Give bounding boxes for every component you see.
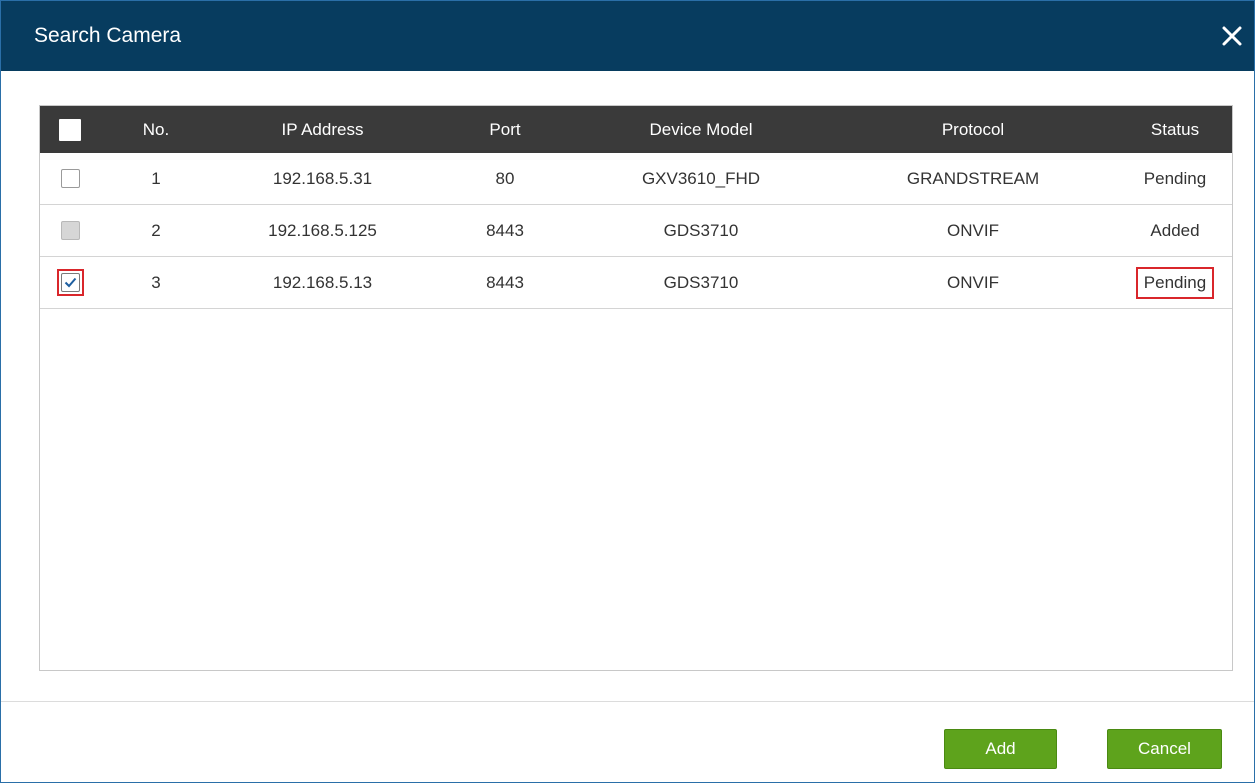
table-row[interactable]: 2 192.168.5.125 8443 GDS3710 ONVIF Added: [40, 205, 1232, 257]
row-port: 8443: [486, 272, 524, 292]
row-ip-address: 192.168.5.13: [272, 272, 373, 292]
row-no: 1: [151, 168, 161, 188]
close-icon[interactable]: [1220, 24, 1244, 48]
row-checkbox[interactable]: [60, 169, 80, 188]
cancel-button[interactable]: Cancel: [1107, 729, 1222, 769]
table-row[interactable]: 1 192.168.5.31 80 GXV3610_FHD GRANDSTREA…: [40, 153, 1232, 205]
dialog-title: Search Camera: [34, 24, 182, 47]
row-checkbox-disabled: [60, 221, 80, 240]
row-status-cell: Pending: [1118, 257, 1232, 308]
select-all-checkbox[interactable]: [59, 118, 81, 141]
header-port: Port: [489, 119, 521, 139]
dialog-titlebar: Search Camera: [1, 1, 1254, 71]
row-protocol: ONVIF: [947, 220, 999, 240]
row-status: Added: [1150, 220, 1200, 240]
row-port: 8443: [486, 220, 524, 240]
footer-divider: [1, 701, 1254, 702]
row-ip-address: 192.168.5.31: [272, 168, 373, 188]
header-device-model: Device Model: [649, 119, 753, 139]
row-checkbox-checked[interactable]: [60, 273, 80, 292]
header-no: No.: [142, 119, 170, 139]
add-button[interactable]: Add: [944, 729, 1057, 769]
row-check-cell: [40, 153, 100, 204]
row-port: 80: [495, 168, 515, 188]
header-status: Status: [1150, 119, 1200, 139]
checkmark-icon: [64, 277, 76, 288]
table-header: No. IP Address Port Device Model Protoco…: [40, 106, 1232, 153]
select-all-cell: [40, 106, 100, 153]
row-protocol: ONVIF: [947, 272, 999, 292]
row-no: 2: [151, 220, 161, 240]
row-device-model: GDS3710: [663, 272, 739, 292]
row-check-cell: [40, 257, 100, 308]
row-ip-address: 192.168.5.125: [268, 220, 377, 240]
row-status-highlighted: Pending: [1135, 266, 1215, 299]
search-camera-dialog: Search Camera No. IP Address Port Device…: [0, 0, 1255, 783]
row-check-cell: [40, 205, 100, 256]
checkbox-highlight: [56, 269, 84, 296]
row-device-model: GXV3610_FHD: [641, 168, 761, 188]
row-no: 3: [151, 272, 161, 292]
header-ip-address: IP Address: [281, 119, 364, 139]
row-status: Pending: [1143, 168, 1207, 188]
header-protocol: Protocol: [941, 119, 1005, 139]
table-row[interactable]: 3 192.168.5.13 8443 GDS3710 ONVIF Pendin…: [40, 257, 1232, 309]
row-protocol: GRANDSTREAM: [906, 168, 1040, 188]
camera-table: No. IP Address Port Device Model Protoco…: [39, 105, 1233, 671]
row-device-model: GDS3710: [663, 220, 739, 240]
